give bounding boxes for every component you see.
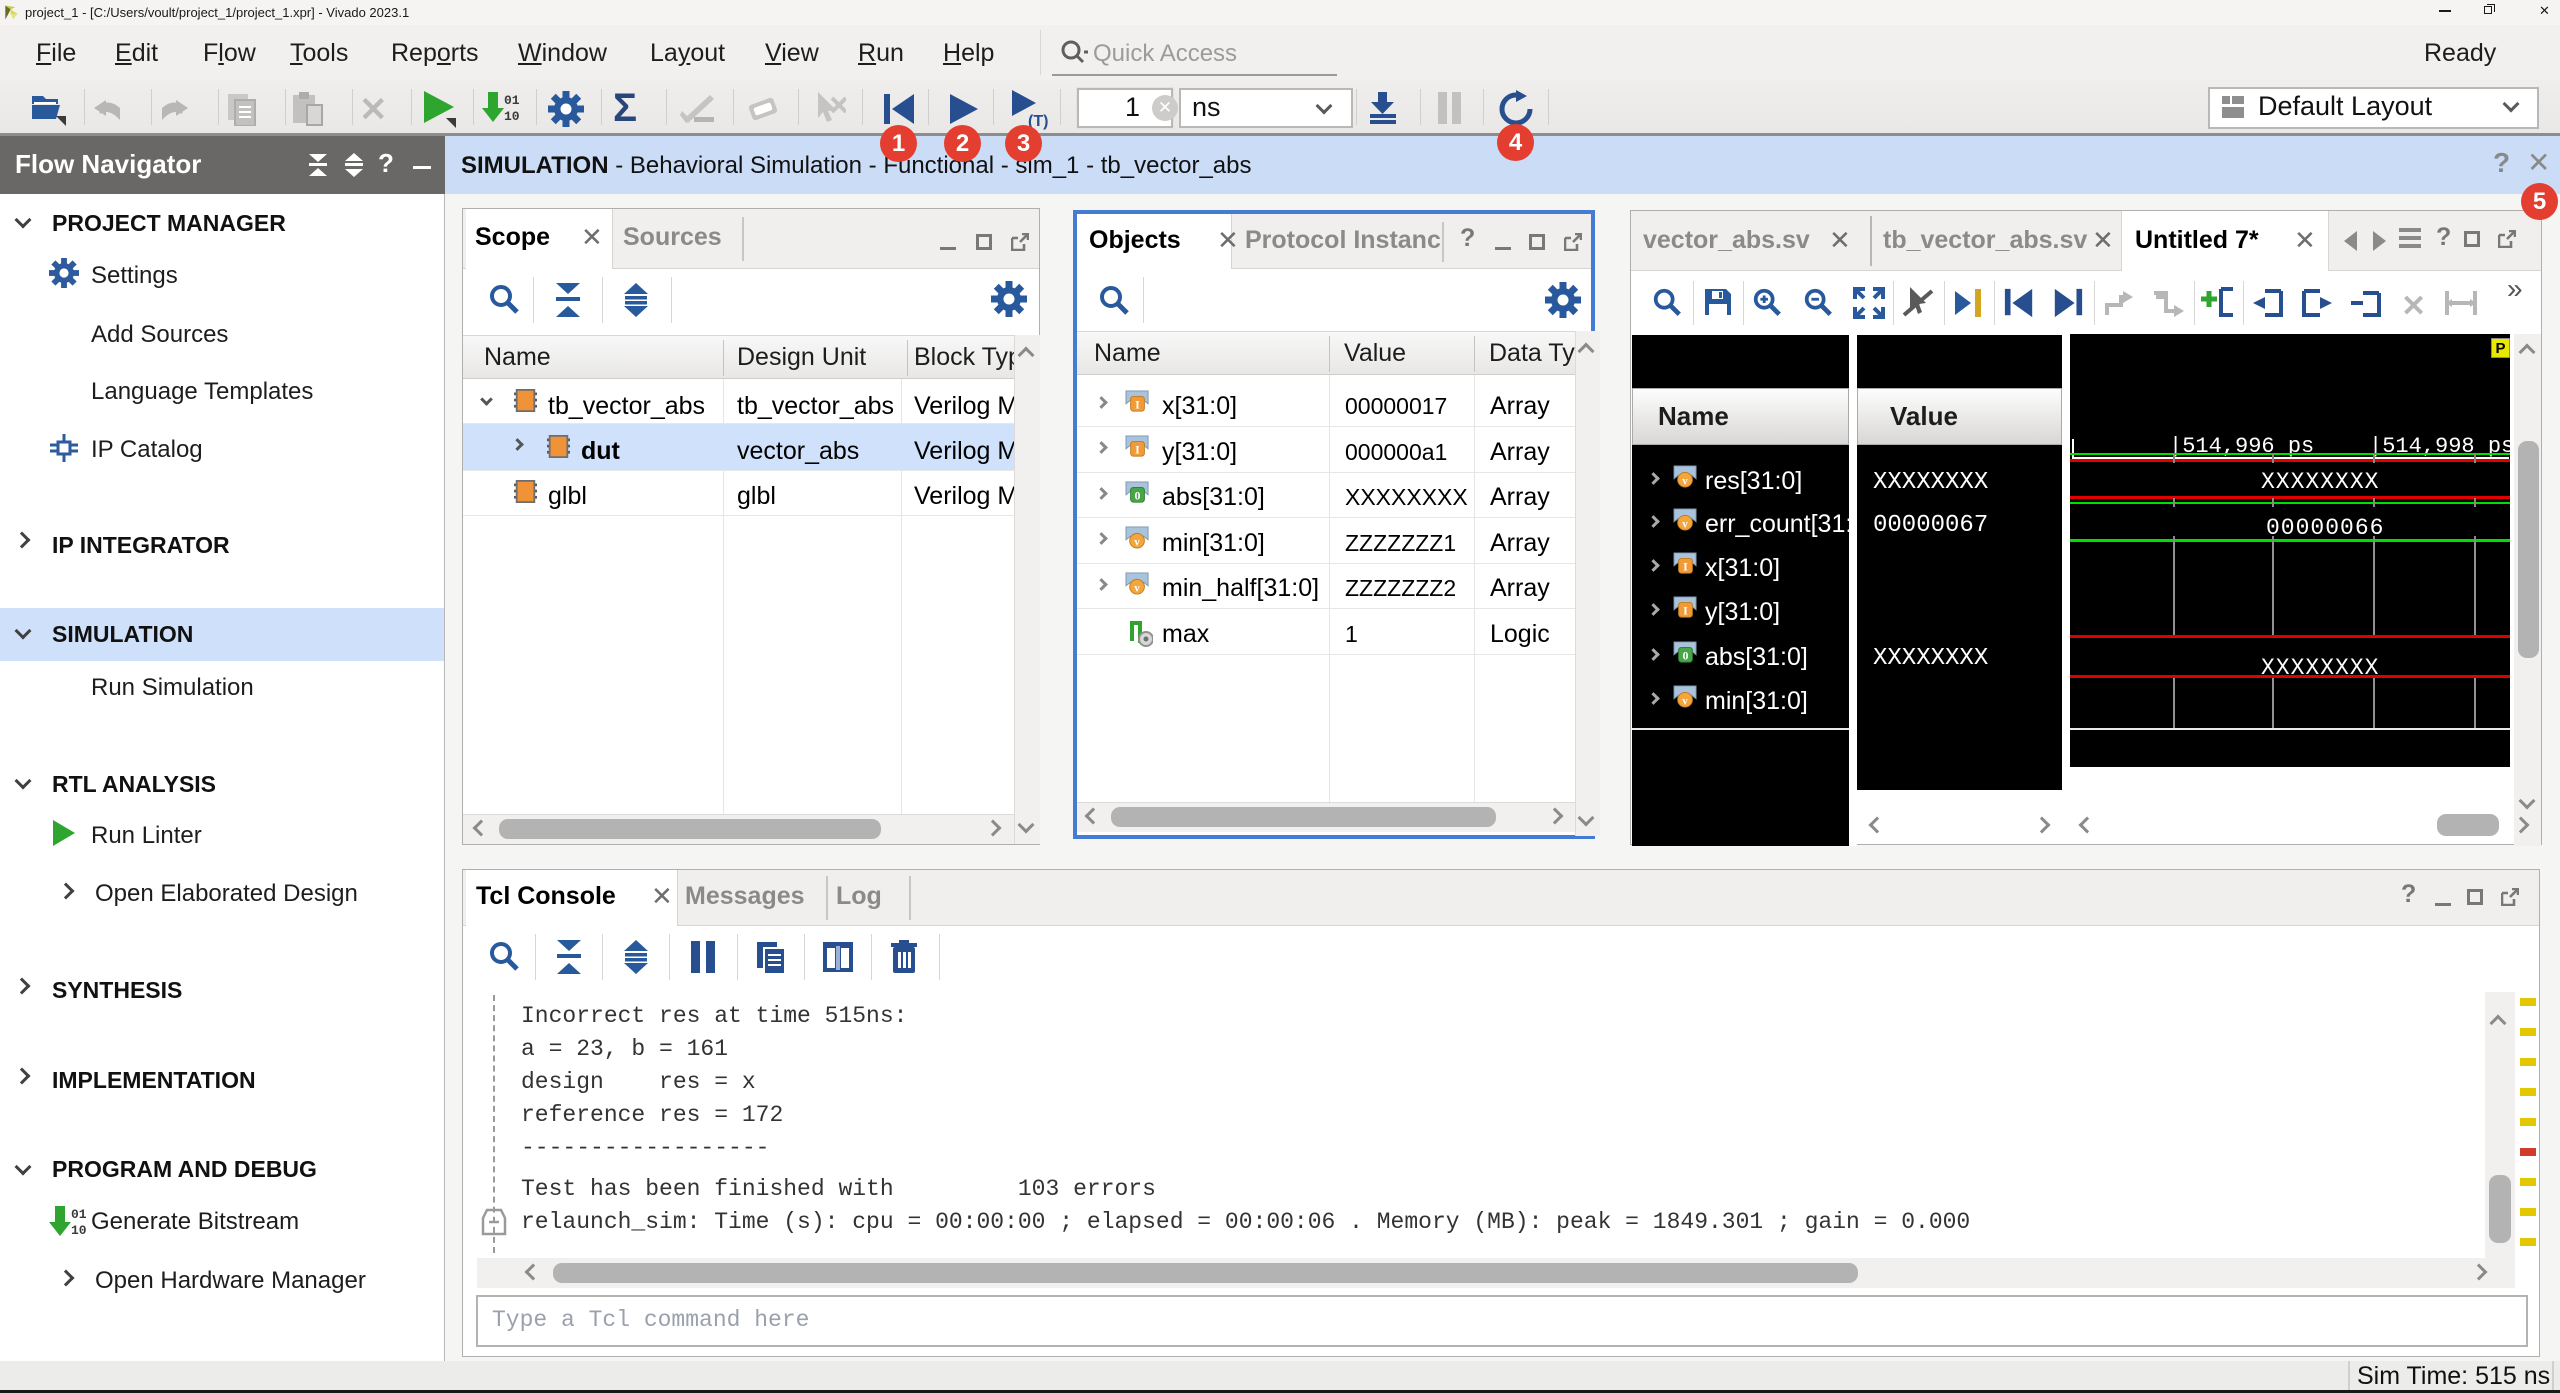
svg-text:01: 01: [504, 93, 520, 108]
svg-text:10: 10: [71, 1223, 87, 1238]
svg-text:10: 10: [504, 109, 520, 124]
svg-text:01: 01: [71, 1207, 87, 1222]
